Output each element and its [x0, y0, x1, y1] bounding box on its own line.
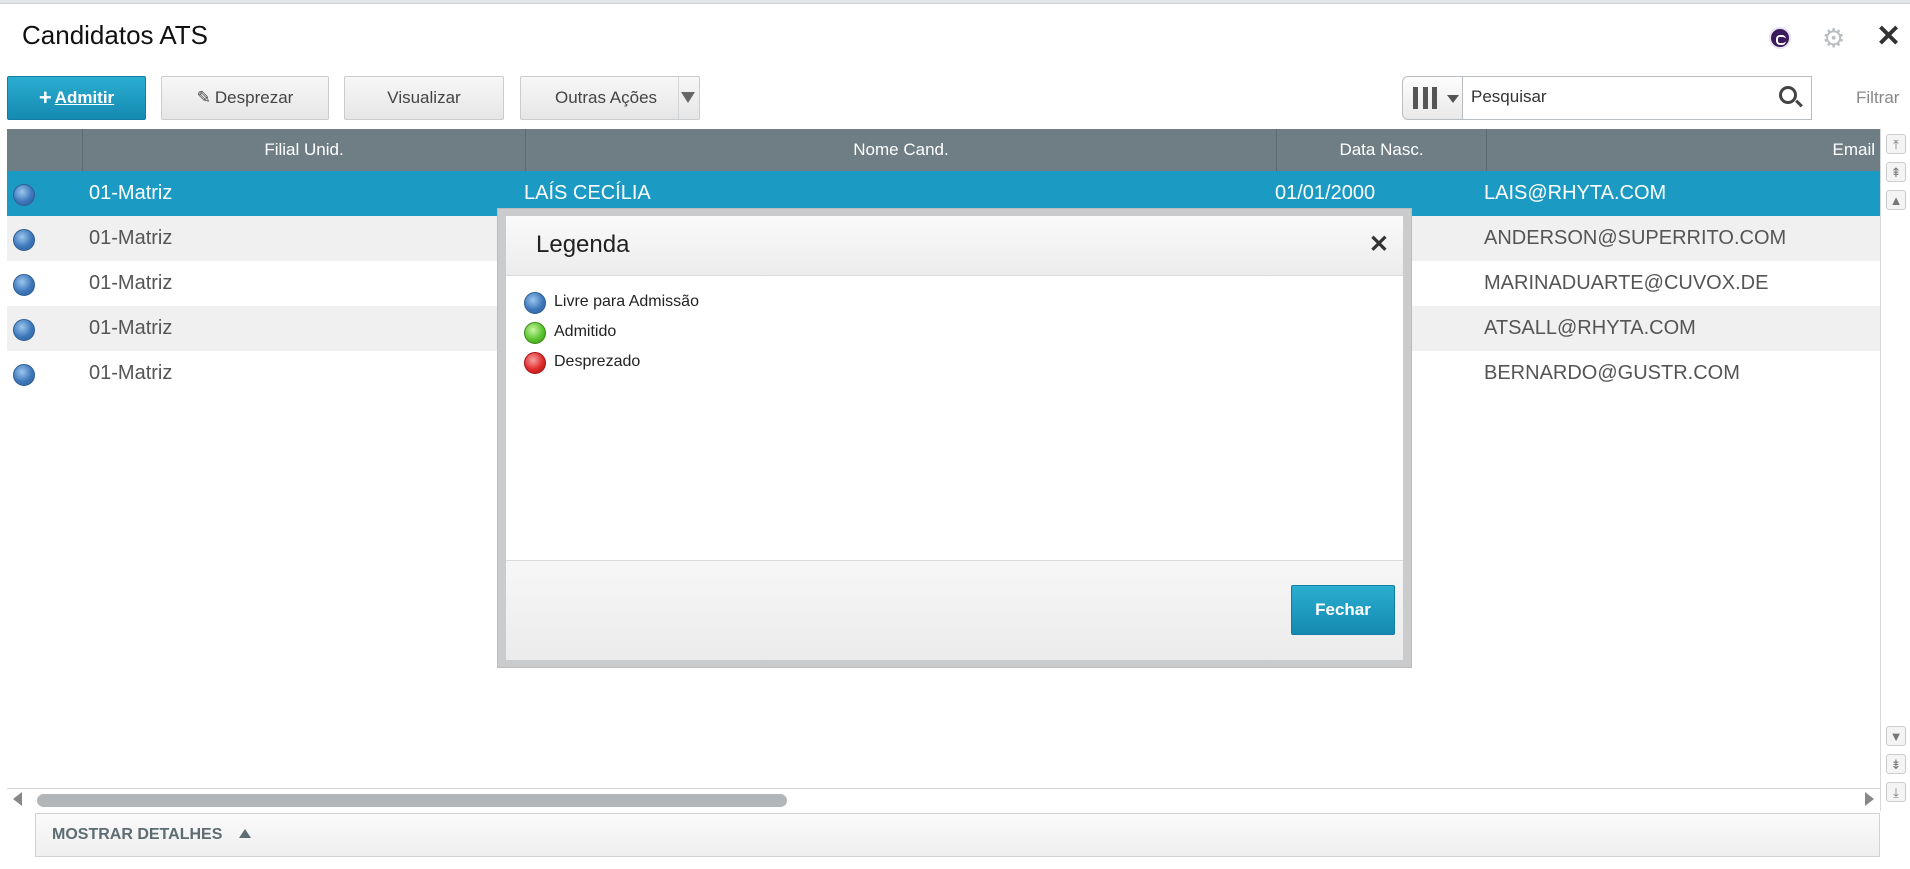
plus-icon: + — [38, 85, 52, 110]
app-logo-icon[interactable] — [1769, 27, 1791, 49]
details-label: MOSTRAR DETALHES — [52, 826, 223, 843]
status-blue-icon — [13, 319, 35, 341]
cell-email: MARINADUARTE@CUVOX.DE — [1484, 272, 1769, 294]
cell-email: BERNARDO@GUSTR.COM — [1484, 362, 1740, 384]
status-blue-icon — [524, 292, 546, 314]
cell-email: ATSALL@RHYTA.COM — [1484, 317, 1696, 339]
search-box[interactable] — [1462, 76, 1812, 120]
chevron-down-icon[interactable] — [681, 92, 695, 103]
page-title: Candidatos ATS — [22, 20, 208, 50]
admitir-label: Admitir — [54, 88, 115, 107]
filtrar-link[interactable]: Filtrar — [1856, 88, 1899, 108]
chevron-down-icon — [1447, 95, 1459, 103]
dropdown-separator — [678, 77, 679, 119]
legend-label: Livre para Admissão — [554, 293, 699, 310]
scroll-page-up-icon[interactable]: ⇞ — [1886, 162, 1906, 182]
outras-acoes-dropdown[interactable]: Outras Ações — [520, 76, 700, 120]
cell-email: ANDERSON@SUPERRITO.COM — [1484, 227, 1787, 249]
chevron-up-icon — [238, 829, 251, 838]
gear-icon[interactable]: ⚙ — [1822, 24, 1845, 52]
cell-filial: 01-Matriz — [89, 227, 173, 249]
visualizar-label: Visualizar — [387, 88, 461, 107]
scroll-up-icon[interactable]: ▲ — [1886, 190, 1906, 210]
top-border — [0, 0, 1910, 4]
mostrar-detalhes-toggle[interactable]: MOSTRAR DETALHES — [35, 813, 1880, 857]
pencil-icon: ✎ — [196, 88, 211, 107]
legend-label: Admitido — [554, 323, 617, 340]
scroll-bottom-icon[interactable]: ⤓ — [1886, 782, 1906, 802]
fechar-button[interactable]: Fechar — [1291, 585, 1395, 635]
search-input[interactable] — [1463, 77, 1753, 117]
outras-acoes-label: Outras Ações — [555, 88, 658, 107]
column-header-email[interactable]: Email — [1487, 129, 1880, 171]
admitir-button[interactable]: + Admitir — [7, 76, 146, 120]
status-red-icon — [524, 352, 546, 374]
cell-filial: 01-Matriz — [89, 272, 173, 294]
horizontal-scroll-thumb[interactable] — [37, 794, 787, 807]
close-icon[interactable]: ✕ — [1369, 230, 1389, 259]
status-blue-icon — [13, 274, 35, 296]
desprezar-label: Desprezar — [214, 88, 294, 107]
columns-button[interactable] — [1402, 76, 1464, 120]
cell-filial: 01-Matriz — [89, 317, 173, 339]
horizontal-scrollbar[interactable] — [7, 788, 1880, 810]
status-blue-icon — [13, 184, 35, 206]
columns-icon — [1413, 87, 1437, 109]
column-header-data[interactable]: Data Nasc. — [1277, 129, 1487, 171]
column-header-status[interactable] — [7, 129, 83, 171]
cell-filial: 01-Matriz — [89, 362, 173, 384]
scroll-page-down-icon[interactable]: ⇟ — [1886, 754, 1906, 774]
table-header: Filial Unid. Nome Cand. Data Nasc. Email — [7, 129, 1880, 171]
dialog-title: Legenda — [536, 231, 630, 258]
dialog-header: Legenda ✕ — [506, 216, 1403, 276]
cell-filial: 01-Matriz — [89, 182, 173, 204]
legend-dialog-frame: Legenda ✕ Livre para Admissão Admitido D… — [497, 208, 1412, 668]
column-header-nome[interactable]: Nome Cand. — [526, 129, 1277, 171]
scroll-top-icon[interactable]: ⤒ — [1886, 134, 1906, 154]
dialog-footer: Fechar — [506, 560, 1403, 660]
status-blue-icon — [13, 229, 35, 251]
scroll-left-icon[interactable] — [13, 792, 22, 806]
status-blue-icon — [13, 364, 35, 386]
legend-label: Desprezado — [554, 353, 641, 370]
column-header-filial[interactable]: Filial Unid. — [83, 129, 526, 171]
desprezar-button[interactable]: ✎ Desprezar — [161, 76, 329, 120]
scroll-down-icon[interactable]: ▼ — [1886, 726, 1906, 746]
search-icon[interactable] — [1779, 86, 1797, 104]
vertical-scrollbar[interactable]: ⤒ ⇞ ▲ ▼ ⇟ ⤓ — [1880, 129, 1910, 811]
status-green-icon — [524, 322, 546, 344]
scroll-right-icon[interactable] — [1865, 792, 1874, 806]
cell-email: LAIS@RHYTA.COM — [1484, 182, 1667, 204]
legend-dialog: Legenda ✕ Livre para Admissão Admitido D… — [506, 216, 1403, 660]
visualizar-button[interactable]: Visualizar — [344, 76, 504, 120]
close-icon[interactable]: ✕ — [1876, 22, 1901, 52]
